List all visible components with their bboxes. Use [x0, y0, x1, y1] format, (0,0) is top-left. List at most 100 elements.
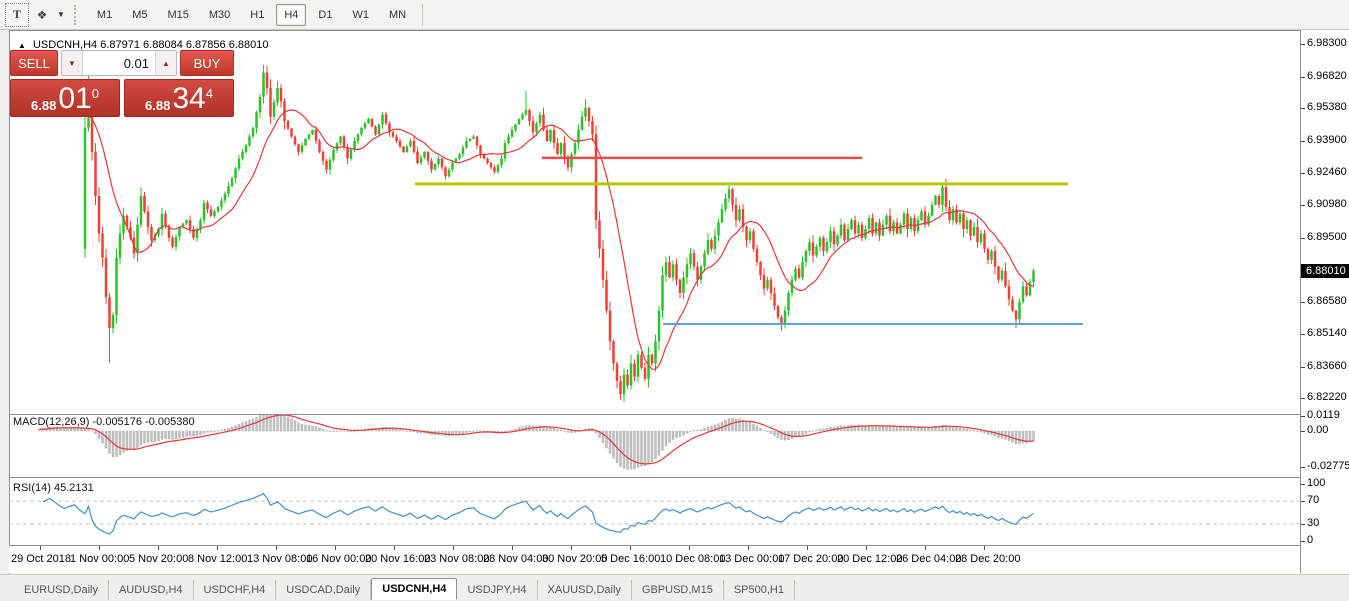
price-axis-tick — [1301, 302, 1305, 303]
date-axis-tick — [453, 546, 454, 550]
price-axis-tick — [1301, 173, 1305, 174]
rsi-axis-tick — [1301, 524, 1305, 525]
top-toolbar: T ❖ ▼ M1 M5 M15 M30 H1 H4 D1 W1 MN — [0, 0, 1349, 30]
chart-tab-usdchf-h4[interactable]: USDCHF,H4 — [194, 580, 277, 600]
price-axis-border — [1300, 30, 1301, 573]
timeframe-m30-button[interactable]: M30 — [201, 4, 238, 26]
text-label-tool-button[interactable]: T — [5, 3, 29, 27]
price-axis-tick — [1301, 238, 1305, 239]
date-axis-tick — [689, 546, 690, 550]
buy-price-pips: 34 — [172, 85, 205, 113]
date-axis-tick — [866, 546, 867, 550]
buy-price-point: 4 — [206, 81, 213, 107]
timeframe-m15-button[interactable]: M15 — [159, 4, 196, 26]
timeframe-mn-button[interactable]: MN — [381, 4, 414, 26]
macd-name: MACD(12,26,9) — [13, 416, 89, 428]
rsi-axis-tick — [1301, 501, 1305, 502]
buy-price-base: 6.88 — [145, 98, 170, 113]
timeframe-m1-button[interactable]: M1 — [89, 4, 120, 26]
rsi-pane-splitter[interactable] — [9, 477, 1300, 478]
rsi-axis-label: 0 — [1307, 534, 1313, 546]
macd-axis-label: 0.0119 — [1307, 409, 1340, 421]
chart-tabbar: EURUSD,DailyAUDUSD,H4USDCHF,H4USDCAD,Dai… — [0, 574, 1349, 601]
volume-field[interactable]: 0.01 — [83, 51, 155, 75]
macd-indicator-canvas[interactable] — [9, 415, 1300, 477]
timeframe-m5-button[interactable]: M5 — [124, 4, 155, 26]
date-axis-label: 1 Nov 00:00 — [70, 553, 129, 565]
volume-decrease-icon[interactable]: ▼ — [62, 51, 83, 75]
date-axis-label: 13 Dec 00:00 — [719, 553, 784, 565]
chart-tab-eurusd-daily[interactable]: EURUSD,Daily — [14, 580, 109, 600]
sell-button[interactable]: SELL — [10, 50, 58, 76]
rsi-value: 45.2131 — [54, 482, 94, 494]
sell-price-display[interactable]: 6.88 01 0 — [10, 79, 120, 117]
chart-tab-audusd-h4[interactable]: AUDUSD,H4 — [109, 580, 194, 600]
rsi-axis-tick — [1301, 484, 1305, 485]
symbol-triangle-icon: ▲ — [18, 41, 26, 50]
price-axis-label: 6.90980 — [1307, 198, 1347, 210]
price-axis-label: 6.93900 — [1307, 134, 1347, 146]
sell-price-pips: 01 — [58, 85, 91, 113]
date-axis-tick — [217, 546, 218, 550]
date-axis-label: 20 Nov 16:00 — [365, 553, 430, 565]
date-axis-tick — [158, 546, 159, 550]
macd-axis-tick — [1301, 416, 1305, 417]
price-axis-tick — [1301, 205, 1305, 206]
price-axis-label: 6.96820 — [1307, 70, 1347, 82]
price-axis-tick — [1301, 77, 1305, 78]
date-axis-label: 17 Dec 20:00 — [778, 553, 843, 565]
rsi-indicator-canvas[interactable] — [9, 478, 1300, 546]
date-axis-label: 5 Nov 20:00 — [129, 553, 188, 565]
date-axis-label: 20 Dec 12:00 — [837, 553, 902, 565]
rsi-axis-label: 70 — [1307, 494, 1319, 506]
buy-button[interactable]: BUY — [180, 50, 234, 76]
macd-axis-tick — [1301, 467, 1305, 468]
volume-stepper: ▼ 0.01 ▲ — [61, 50, 177, 76]
price-axis-tick — [1301, 44, 1305, 45]
chart-tab-sp500-h1[interactable]: SP500,H1 — [724, 580, 795, 600]
date-axis-tick — [335, 546, 336, 550]
date-axis-label: 16 Nov 00:00 — [306, 553, 371, 565]
date-axis-tick — [40, 546, 41, 550]
price-axis-label: 6.83660 — [1307, 360, 1347, 372]
date-axis-tick — [571, 546, 572, 550]
arrow-objects-icon[interactable]: ❖ — [31, 4, 53, 26]
timeframe-h4-button[interactable]: H4 — [276, 4, 306, 26]
price-axis[interactable]: 6.983006.968206.953806.939006.924606.909… — [1301, 30, 1349, 573]
timeframe-d1-button[interactable]: D1 — [310, 4, 340, 26]
chart-tab-usdjpy-h4[interactable]: USDJPY,H4 — [457, 580, 537, 600]
date-axis-tick — [99, 546, 100, 550]
rsi-axis-label: 30 — [1307, 517, 1319, 529]
price-axis-label: 6.89500 — [1307, 231, 1347, 243]
macd-axis-tick — [1301, 431, 1305, 432]
timeframe-w1-button[interactable]: W1 — [344, 4, 377, 26]
toolbar-separator — [422, 4, 423, 26]
price-axis-tick — [1301, 108, 1305, 109]
sell-price-base: 6.88 — [31, 98, 56, 113]
chart-tab-usdcad-daily[interactable]: USDCAD,Daily — [276, 580, 371, 600]
date-axis-label: 29 Oct 2018 — [11, 553, 71, 565]
price-axis-label: 6.85140 — [1307, 327, 1347, 339]
buy-price-display[interactable]: 6.88 34 4 — [124, 79, 234, 117]
date-axis-label: 5 Dec 16:00 — [601, 553, 660, 565]
timeframe-h1-button[interactable]: H1 — [242, 4, 272, 26]
date-axis[interactable]: 29 Oct 20181 Nov 00:005 Nov 20:008 Nov 1… — [9, 546, 1300, 573]
date-axis-tick — [276, 546, 277, 550]
chart-tab-gbpusd-m15[interactable]: GBPUSD,M15 — [632, 580, 724, 600]
current-price-tag: 6.88010 — [1301, 264, 1349, 278]
date-axis-label: 26 Dec 04:00 — [896, 553, 961, 565]
macd-pane-splitter[interactable] — [9, 414, 1300, 415]
price-axis-tick — [1301, 141, 1305, 142]
date-axis-label: 23 Nov 08:00 — [424, 553, 489, 565]
price-axis-label: 6.95380 — [1307, 101, 1347, 113]
rsi-axis-tick — [1301, 541, 1305, 542]
chart-tab-xauusd-daily[interactable]: XAUUSD,Daily — [538, 580, 632, 600]
date-axis-tick — [630, 546, 631, 550]
date-axis-label: 10 Dec 08:00 — [660, 553, 725, 565]
date-axis-label: 28 Nov 04:00 — [483, 553, 548, 565]
chart-tab-usdcnh-h4[interactable]: USDCNH,H4 — [371, 578, 457, 600]
volume-increase-icon[interactable]: ▲ — [155, 51, 176, 75]
arrow-objects-dropdown-icon[interactable]: ▼ — [57, 10, 65, 19]
macd-label: MACD(12,26,9) -0.005176 -0.005380 — [13, 416, 195, 428]
price-axis-label: 6.92460 — [1307, 166, 1347, 178]
